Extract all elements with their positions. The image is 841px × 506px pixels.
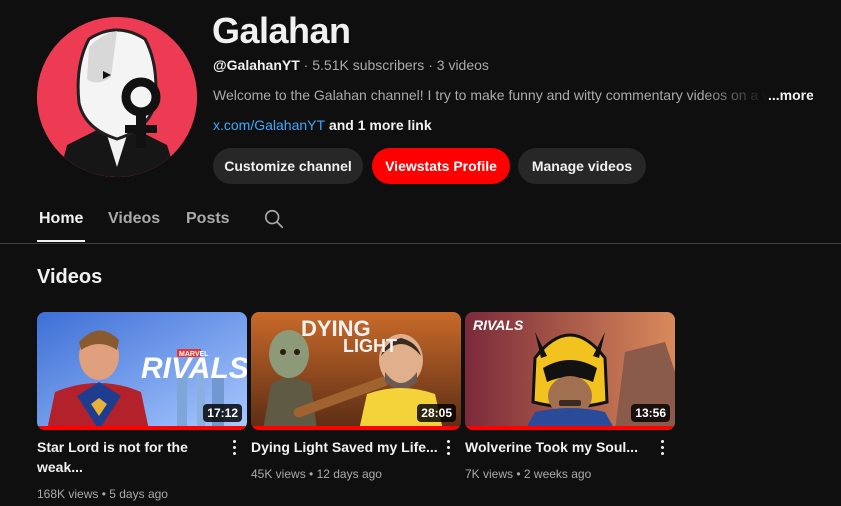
viewstats-profile-button[interactable]: Viewstats Profile — [372, 148, 510, 184]
channel-link[interactable]: x.com/GalahanYT — [213, 117, 325, 133]
subscriber-count: 5.51K subscribers — [312, 57, 425, 73]
view-count: 45K views — [251, 467, 306, 481]
video-title-line: Star Lord is not for the — [37, 439, 188, 455]
thumbnail-logo-subtext: LIGHT — [343, 336, 397, 356]
channel-links: x.com/GalahanYT and 1 more link — [213, 117, 432, 133]
video-title[interactable]: Wolverine Took my Soul... — [465, 437, 645, 457]
upload-age: 2 weeks ago — [523, 467, 592, 481]
video-duration: 13:56 — [631, 404, 670, 422]
video-thumbnail[interactable]: DYING LIGHT 28:05 — [251, 312, 461, 430]
section-title[interactable]: Videos — [37, 266, 102, 289]
description-more-button[interactable]: ...more — [768, 87, 813, 103]
watch-progress-bar — [37, 426, 247, 430]
tab-posts[interactable]: Posts — [186, 210, 230, 228]
video-meta: 7K views • 2 weeks ago — [465, 467, 591, 481]
manage-videos-button[interactable]: Manage videos — [518, 148, 646, 184]
tab-home[interactable]: Home — [39, 210, 83, 228]
watch-progress-bar — [465, 426, 675, 430]
video-duration: 28:05 — [417, 404, 456, 422]
more-links-button[interactable]: and 1 more link — [325, 117, 432, 133]
video-title-line: Dying Light Saved my Life... — [251, 439, 438, 455]
video-duration: 17:12 — [203, 404, 242, 422]
channel-name: Galahan — [212, 10, 351, 51]
customize-channel-button[interactable]: Customize channel — [213, 148, 363, 184]
meta-separator: · — [299, 57, 313, 73]
meta-separator: • — [513, 467, 524, 481]
three-dots-vertical-icon[interactable] — [655, 438, 669, 458]
meta-separator: • — [305, 467, 317, 481]
meta-separator: • — [98, 487, 110, 501]
active-tab-indicator — [37, 240, 85, 242]
view-count: 7K views — [465, 467, 514, 481]
channel-meta: @GalahanYT · 5.51K subscribers · 3 video… — [213, 57, 489, 73]
description-text: Welcome to the Galahan channel! I try to… — [213, 87, 768, 103]
video-card: RIVALS 13:56 Wolverine Took my Soul... 7… — [465, 312, 675, 481]
channel-avatar[interactable] — [37, 17, 197, 177]
video-title-line: weak... — [37, 459, 83, 475]
thumbnail-brand-text: MARVEL — [179, 351, 209, 358]
video-title[interactable]: Star Lord is not for the weak... — [37, 437, 215, 477]
video-thumbnail[interactable]: RIVALS MARVEL 17:12 — [37, 312, 247, 430]
video-meta: 45K views • 12 days ago — [251, 467, 382, 481]
three-dots-vertical-icon[interactable] — [441, 438, 455, 458]
video-card: DYING LIGHT 28:05 Dying Light Saved my L… — [251, 312, 461, 481]
video-title-line: Wolverine Took my Soul... — [465, 439, 638, 455]
search-icon[interactable] — [263, 208, 285, 235]
upload-age: 12 days ago — [316, 467, 382, 481]
channel-tabs: Home Videos Posts — [0, 196, 841, 244]
meta-separator: · — [424, 57, 437, 73]
watch-progress-bar — [251, 426, 461, 430]
video-card: RIVALS MARVEL 17:12 Star Lord is not for… — [37, 312, 247, 501]
video-meta: 168K views • 5 days ago — [37, 487, 168, 501]
thumbnail-logo-text: RIVALS — [473, 317, 524, 333]
upload-age: 5 days ago — [109, 487, 168, 501]
video-title[interactable]: Dying Light Saved my Life... — [251, 437, 438, 457]
tab-videos[interactable]: Videos — [108, 210, 160, 228]
channel-handle: @GalahanYT — [213, 57, 300, 73]
video-thumbnail[interactable]: RIVALS 13:56 — [465, 312, 675, 430]
view-count: 168K views — [37, 487, 99, 501]
video-count: 3 videos — [436, 57, 489, 73]
channel-description[interactable]: Welcome to the Galahan channel! I try to… — [213, 87, 813, 103]
three-dots-vertical-icon[interactable] — [227, 438, 241, 458]
